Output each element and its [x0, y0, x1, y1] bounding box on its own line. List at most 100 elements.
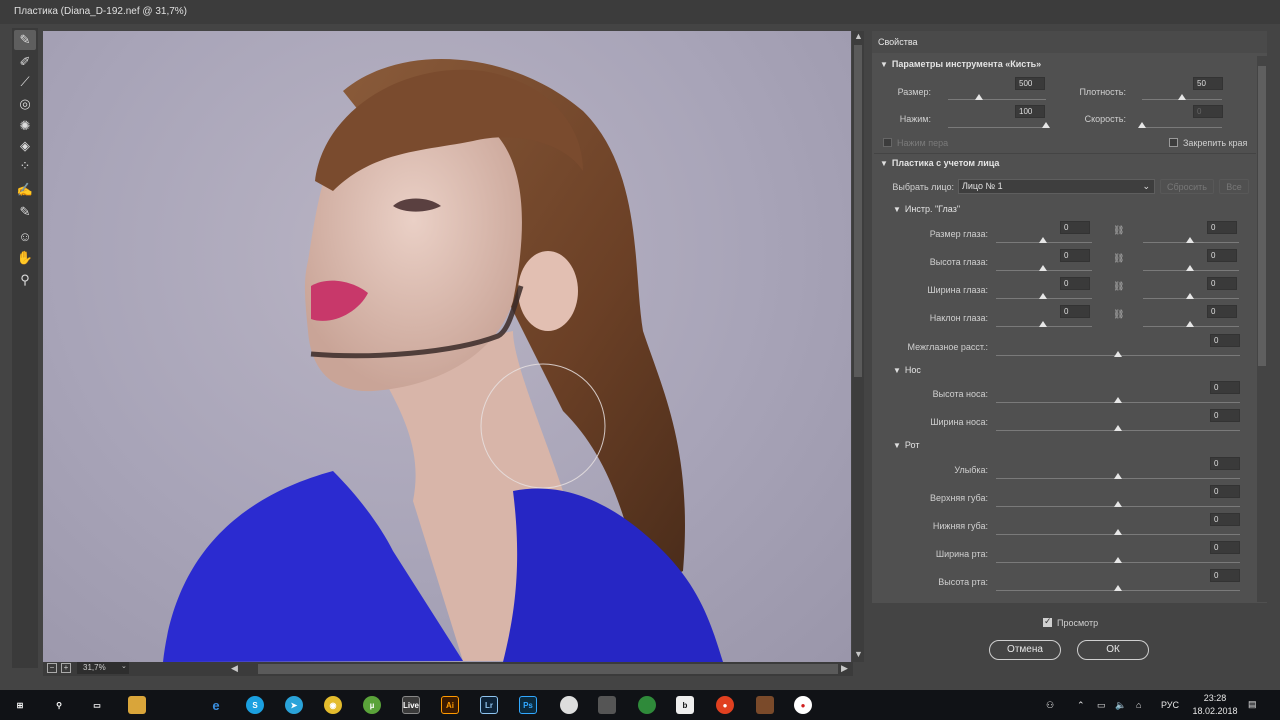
ok-button[interactable]: ОК	[1077, 640, 1149, 660]
pressure-field[interactable]: 100	[1015, 105, 1045, 118]
app-icon[interactable]	[560, 696, 578, 714]
app-icon[interactable]	[598, 696, 616, 714]
skype-icon[interactable]: S	[246, 696, 264, 714]
link-icon[interactable]: ⛓	[1113, 309, 1124, 320]
torrent-icon[interactable]: µ	[363, 696, 381, 714]
language-indicator[interactable]: РУС	[1161, 700, 1179, 710]
clock-time[interactable]: 23:28	[1200, 693, 1230, 703]
live-app-icon[interactable]: Live	[402, 696, 420, 714]
face-tool-icon[interactable]: ☺	[14, 226, 36, 246]
size-field[interactable]: 500	[1015, 77, 1045, 90]
face-param-field[interactable]: 0	[1210, 485, 1240, 498]
scroll-up-arrow-icon[interactable]: ▲	[854, 31, 863, 41]
density-slider-handle[interactable]	[1178, 94, 1186, 100]
eye-right-field[interactable]: 0	[1207, 305, 1237, 318]
chrome-icon[interactable]: ◉	[324, 696, 342, 714]
eye-left-field[interactable]: 0	[1060, 221, 1090, 234]
network-icon[interactable]: ⌂	[1136, 700, 1141, 710]
zoom-out-icon[interactable]: −	[47, 663, 57, 673]
eye-left-field[interactable]: 0	[1060, 277, 1090, 290]
people-icon[interactable]: ⚇	[1046, 700, 1054, 711]
density-field[interactable]: 50	[1193, 77, 1223, 90]
eye-left-slider-handle[interactable]	[1039, 265, 1047, 271]
scroll-right-arrow-icon[interactable]: ▶	[841, 663, 848, 674]
horizontal-scroll-thumb[interactable]	[258, 664, 838, 674]
behance-icon[interactable]: b	[676, 696, 694, 714]
record-icon[interactable]: ●	[794, 696, 812, 714]
thaw-mask-icon[interactable]: ✎	[14, 202, 36, 222]
pressure-slider[interactable]	[948, 127, 1046, 128]
face-aware-header[interactable]: ▼ Пластика с учетом лица	[880, 158, 999, 168]
panel-scrollbar[interactable]	[1257, 56, 1267, 602]
notifications-icon[interactable]: ▤	[1248, 699, 1257, 710]
face-param-field[interactable]: 0	[1210, 569, 1240, 582]
eye-distance-slider-handle[interactable]	[1114, 351, 1122, 357]
zoom-icon[interactable]: ⚲	[14, 270, 36, 290]
pucker-icon[interactable]: ✺	[14, 116, 36, 136]
eye-left-field[interactable]: 0	[1060, 249, 1090, 262]
all-button[interactable]: Все	[1219, 179, 1249, 194]
telegram-icon[interactable]: ➤	[285, 696, 303, 714]
tray-app-icon[interactable]: ▭	[1097, 700, 1106, 711]
reconstruct-brush-icon[interactable]: ✐	[14, 52, 36, 72]
panel-scroll-thumb[interactable]	[1258, 66, 1266, 366]
illustrator-icon[interactable]: Ai	[441, 696, 459, 714]
push-left-icon[interactable]: ⁘	[14, 156, 36, 176]
clock-date[interactable]: 18.02.2018	[1189, 706, 1241, 716]
mouth-header[interactable]: ▼ Рот	[893, 440, 919, 450]
zoom-in-icon[interactable]: +	[61, 663, 71, 673]
volume-icon[interactable]: 🔈	[1115, 700, 1126, 711]
bloat-icon[interactable]: ◈	[14, 136, 36, 156]
record-app-icon[interactable]: ●	[716, 696, 734, 714]
file-explorer-icon[interactable]	[128, 696, 146, 714]
eye-tool-header[interactable]: ▼ Инстр. "Глаз"	[893, 204, 960, 214]
photoshop-icon[interactable]: Ps	[519, 696, 537, 714]
face-param-field[interactable]: 0	[1210, 381, 1240, 394]
eye-left-field[interactable]: 0	[1060, 305, 1090, 318]
scroll-down-arrow-icon[interactable]: ▼	[854, 649, 863, 659]
eye-left-slider-handle[interactable]	[1039, 293, 1047, 299]
brush-options-header[interactable]: ▼ Параметры инструмента «Кисть»	[880, 59, 1041, 69]
leaf-app-icon[interactable]	[638, 696, 656, 714]
vertical-scroll-thumb[interactable]	[854, 45, 862, 377]
eye-right-slider-handle[interactable]	[1186, 321, 1194, 327]
rate-slider[interactable]	[1142, 127, 1222, 128]
pin-edges-checkbox[interactable]	[1169, 138, 1178, 147]
size-slider-handle[interactable]	[975, 94, 983, 100]
face-param-field[interactable]: 0	[1210, 457, 1240, 470]
edge-icon[interactable]: e	[207, 696, 225, 714]
smooth-brush-icon[interactable]: ⟋	[14, 72, 36, 92]
stylus-pressure-checkbox[interactable]	[883, 138, 892, 147]
link-icon[interactable]: ⛓	[1113, 281, 1124, 292]
reset-button[interactable]: Сбросить	[1160, 179, 1214, 194]
task-view-icon[interactable]: ▭	[88, 696, 106, 714]
face-param-slider-handle[interactable]	[1114, 473, 1122, 479]
pressure-slider-handle[interactable]	[1042, 122, 1050, 128]
eye-right-slider-handle[interactable]	[1186, 293, 1194, 299]
warp-brush-icon[interactable]: ✎	[14, 30, 36, 50]
eye-left-slider-handle[interactable]	[1039, 321, 1047, 327]
face-param-slider-handle[interactable]	[1114, 501, 1122, 507]
cancel-button[interactable]: Отмена	[989, 640, 1061, 660]
face-param-slider-handle[interactable]	[1114, 585, 1122, 591]
face-param-slider-handle[interactable]	[1114, 529, 1122, 535]
preview-checkbox[interactable]	[1043, 616, 1052, 627]
rate-slider-handle[interactable]	[1138, 122, 1146, 128]
search-icon[interactable]: ⚲	[50, 696, 68, 714]
twirl-icon[interactable]: ◎	[14, 94, 36, 114]
tray-chevron-icon[interactable]: ⌃	[1077, 700, 1085, 711]
eye-left-slider-handle[interactable]	[1039, 237, 1047, 243]
freeze-mask-icon[interactable]: ✍	[14, 180, 36, 200]
scroll-left-arrow-icon[interactable]: ◀	[231, 663, 238, 674]
link-icon[interactable]: ⛓	[1113, 225, 1124, 236]
eye-right-slider-handle[interactable]	[1186, 265, 1194, 271]
image-canvas[interactable]	[43, 31, 851, 662]
eye-right-field[interactable]: 0	[1207, 277, 1237, 290]
face-param-slider-handle[interactable]	[1114, 425, 1122, 431]
select-face-dropdown[interactable]: Лицо № 1 ⌄	[958, 179, 1155, 194]
face-param-field[interactable]: 0	[1210, 513, 1240, 526]
eye-distance-field[interactable]: 0	[1210, 334, 1240, 347]
windows-start-icon[interactable]: ⊞	[11, 696, 29, 714]
face-param-field[interactable]: 0	[1210, 541, 1240, 554]
link-icon[interactable]: ⛓	[1113, 253, 1124, 264]
